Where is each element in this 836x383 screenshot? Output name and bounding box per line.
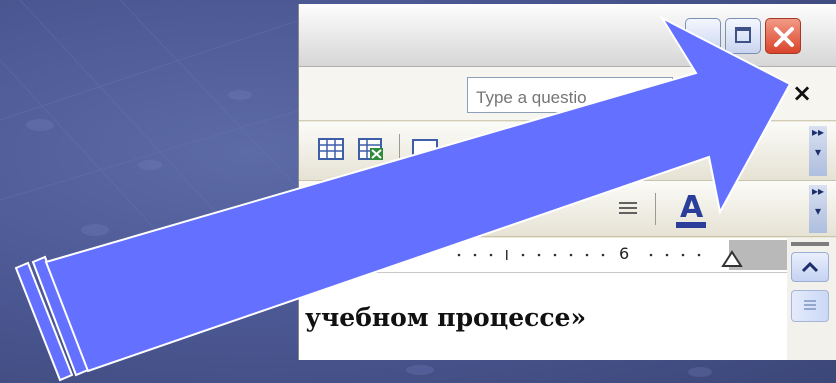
minimize-icon (695, 42, 709, 45)
help-question-input[interactable] (467, 77, 673, 113)
menu-bar: × (299, 67, 836, 121)
horizontal-ruler[interactable]: 6 (299, 238, 787, 273)
standard-toolbar-options[interactable]: ▸▸ ▾ (809, 126, 827, 176)
title-bar (299, 4, 836, 67)
maximize-icon (735, 27, 751, 43)
document-text: учебном процессе» (305, 303, 587, 332)
scroll-up-button[interactable] (791, 252, 829, 282)
columns-icon[interactable] (411, 136, 439, 162)
close-icon (774, 27, 794, 47)
font-color-icon[interactable]: A (674, 189, 708, 229)
maximize-button[interactable] (725, 18, 761, 54)
split-handle[interactable] (791, 242, 829, 246)
svg-text:A: A (680, 190, 704, 225)
toolbar-separator (399, 134, 400, 166)
formatting-toolbar-options[interactable]: ▸▸ ▾ (809, 185, 827, 233)
insert-excel-sheet-icon[interactable] (357, 136, 385, 162)
minimize-button[interactable] (685, 18, 721, 54)
close-document-button[interactable]: × (792, 79, 812, 107)
close-window-button[interactable] (765, 18, 801, 54)
word-window: × ▸▸▾ A ▸▸▾ (298, 4, 836, 360)
vertical-scrollbar[interactable] (787, 238, 836, 360)
ruler-ticks (457, 250, 701, 260)
toolbar-separator (655, 193, 656, 225)
ruler-mark-label: 6 (619, 244, 630, 263)
formatting-toolbar: A ▸▸ ▾ (299, 181, 836, 237)
line-spacing-icon[interactable] (617, 197, 641, 219)
grip-lines-icon (804, 300, 816, 310)
standard-toolbar: ▸▸ ▾ (299, 122, 836, 181)
right-indent-marker-icon[interactable] (721, 248, 743, 268)
chevron-up-icon (801, 261, 819, 273)
insert-table-icon[interactable] (317, 136, 345, 162)
document-page[interactable]: учебном процессе» (299, 273, 787, 360)
scroll-thumb[interactable] (791, 290, 829, 322)
